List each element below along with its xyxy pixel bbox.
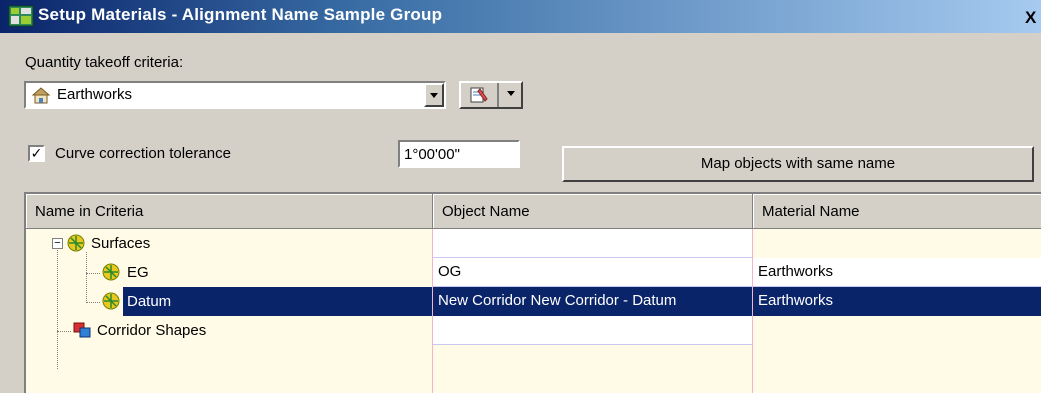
object-name-cell[interactable]: New Corridor New Corridor - Datum (433, 287, 753, 316)
criteria-dropdown[interactable]: Earthworks (24, 81, 446, 109)
chevron-down-icon (430, 93, 438, 98)
surface-icon (102, 292, 120, 310)
criteria-tools-button[interactable] (459, 81, 523, 109)
corridor-shapes-icon (73, 322, 91, 338)
title-bar[interactable]: Setup Materials - Alignment Name Sample … (0, 0, 1041, 33)
header-name-in-criteria[interactable]: Name in Criteria (26, 194, 433, 229)
object-name-cell[interactable] (433, 316, 753, 345)
object-name-cell[interactable]: OG (433, 258, 753, 287)
close-button[interactable]: X (1025, 8, 1041, 28)
window-title: Setup Materials - Alignment Name Sample … (38, 5, 443, 24)
tree-label-datum[interactable]: Datum (127, 293, 171, 310)
header-material-name[interactable]: Material Name (753, 194, 1041, 229)
tree-label-surfaces[interactable]: Surfaces (91, 235, 150, 252)
material-name-cell[interactable] (753, 316, 1041, 345)
table-row[interactable] (26, 229, 1041, 258)
collapse-toggle[interactable]: − (52, 238, 63, 249)
tree-line (86, 302, 100, 303)
tree-line (57, 243, 58, 369)
curve-correction-checkbox[interactable]: ✓ (28, 145, 45, 162)
curve-correction-label: Curve correction tolerance (55, 145, 231, 162)
tolerance-field[interactable] (398, 140, 520, 168)
material-name-cell[interactable]: Earthworks (753, 287, 1041, 316)
materials-grid: Name in Criteria Object Name Material Na… (24, 192, 1041, 393)
tree-line (57, 331, 71, 332)
surface-icon (67, 234, 85, 252)
setup-materials-dialog: Setup Materials - Alignment Name Sample … (0, 0, 1041, 393)
material-name-cell[interactable]: Earthworks (753, 258, 1041, 287)
criteria-icon (31, 87, 51, 104)
header-object-name[interactable]: Object Name (433, 194, 753, 229)
table-row[interactable]: OG Earthworks (26, 258, 1041, 287)
material-name-cell[interactable] (753, 229, 1041, 258)
chevron-down-icon (507, 91, 515, 96)
surface-icon (102, 263, 120, 281)
app-icon (8, 5, 34, 27)
tree-label-corridor-shapes[interactable]: Corridor Shapes (97, 322, 206, 339)
criteria-label: Quantity takeoff criteria: (25, 54, 184, 71)
table-row-selected[interactable]: New Corridor New Corridor - Datum Earthw… (26, 287, 1041, 316)
split-divider (497, 83, 499, 107)
column-separator (752, 229, 753, 393)
object-name-cell[interactable] (433, 229, 753, 258)
criteria-dropdown-arrow[interactable] (424, 83, 444, 107)
edit-criteria-icon (470, 87, 488, 103)
map-objects-button[interactable]: Map objects with same name (562, 146, 1034, 182)
criteria-selected-value: Earthworks (57, 86, 133, 103)
tree-line (86, 273, 100, 274)
tree-label-eg[interactable]: EG (127, 264, 149, 281)
criteria-tools-arrow[interactable] (501, 83, 521, 107)
column-separator (432, 229, 433, 393)
tree-line (86, 252, 87, 303)
